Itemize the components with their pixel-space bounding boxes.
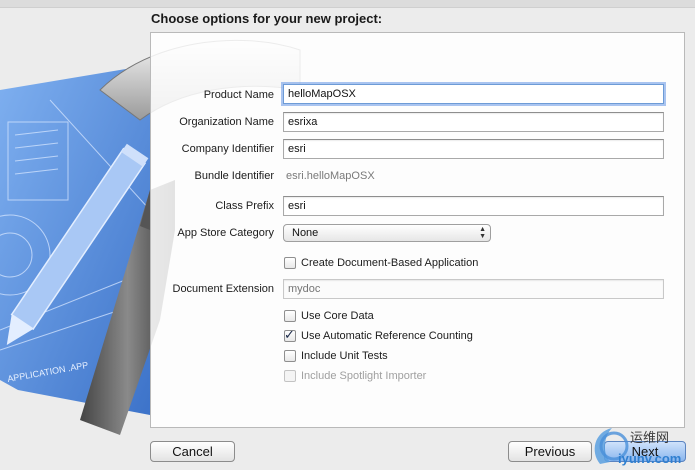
include-unit-tests-label: Include Unit Tests (301, 350, 388, 362)
dialog-title: Choose options for your new project: (151, 11, 383, 26)
use-core-data-label: Use Core Data (301, 310, 374, 322)
product-name-label: Product Name (203, 89, 274, 101)
cancel-button[interactable]: Cancel (150, 441, 235, 462)
class-prefix-field[interactable] (283, 196, 664, 216)
app-store-category-label: App Store Category (177, 227, 274, 239)
include-unit-tests-checkbox[interactable] (284, 350, 296, 362)
organization-name-label: Organization Name (179, 116, 274, 128)
bundle-identifier-value: esri.helloMapOSX (286, 170, 375, 182)
create-document-based-label: Create Document-Based Application (301, 257, 479, 269)
document-extension-label: Document Extension (172, 283, 275, 295)
include-spotlight-label: Include Spotlight Importer (301, 370, 427, 382)
bundle-identifier-label: Bundle Identifier (194, 170, 275, 182)
app-store-category-value: None (292, 227, 319, 239)
create-document-based-checkbox[interactable] (284, 257, 296, 269)
include-spotlight-option: Include Spotlight Importer (284, 369, 426, 383)
use-core-data-checkbox[interactable] (284, 310, 296, 322)
use-arc-option[interactable]: ✓ Use Automatic Reference Counting (284, 327, 473, 343)
checkmark-icon: ✓ (284, 327, 295, 342)
class-prefix-label: Class Prefix (215, 200, 274, 212)
product-name-field[interactable] (283, 84, 664, 104)
include-spotlight-checkbox (284, 370, 296, 382)
company-identifier-label: Company Identifier (181, 143, 274, 155)
previous-button[interactable]: Previous (508, 441, 592, 462)
watermark-text-cn: 运维网 (630, 431, 669, 446)
watermark-text-url: iyunv.com (618, 451, 681, 466)
document-extension-field[interactable] (283, 279, 664, 299)
company-identifier-field[interactable] (283, 139, 664, 159)
site-watermark-logo: 运维网 iyunv.com (594, 428, 681, 466)
organization-name-field[interactable] (283, 112, 664, 132)
create-document-based-option[interactable]: Create Document-Based Application (284, 256, 478, 270)
window-top-strip (0, 0, 695, 8)
use-core-data-option[interactable]: Use Core Data (284, 309, 374, 323)
use-arc-checkbox[interactable]: ✓ (284, 327, 296, 342)
app-store-category-select[interactable]: None ▲ ▼ (283, 224, 491, 242)
use-arc-label: Use Automatic Reference Counting (301, 330, 473, 342)
include-unit-tests-option[interactable]: Include Unit Tests (284, 349, 388, 363)
updown-arrows-icon: ▲ ▼ (479, 226, 486, 240)
